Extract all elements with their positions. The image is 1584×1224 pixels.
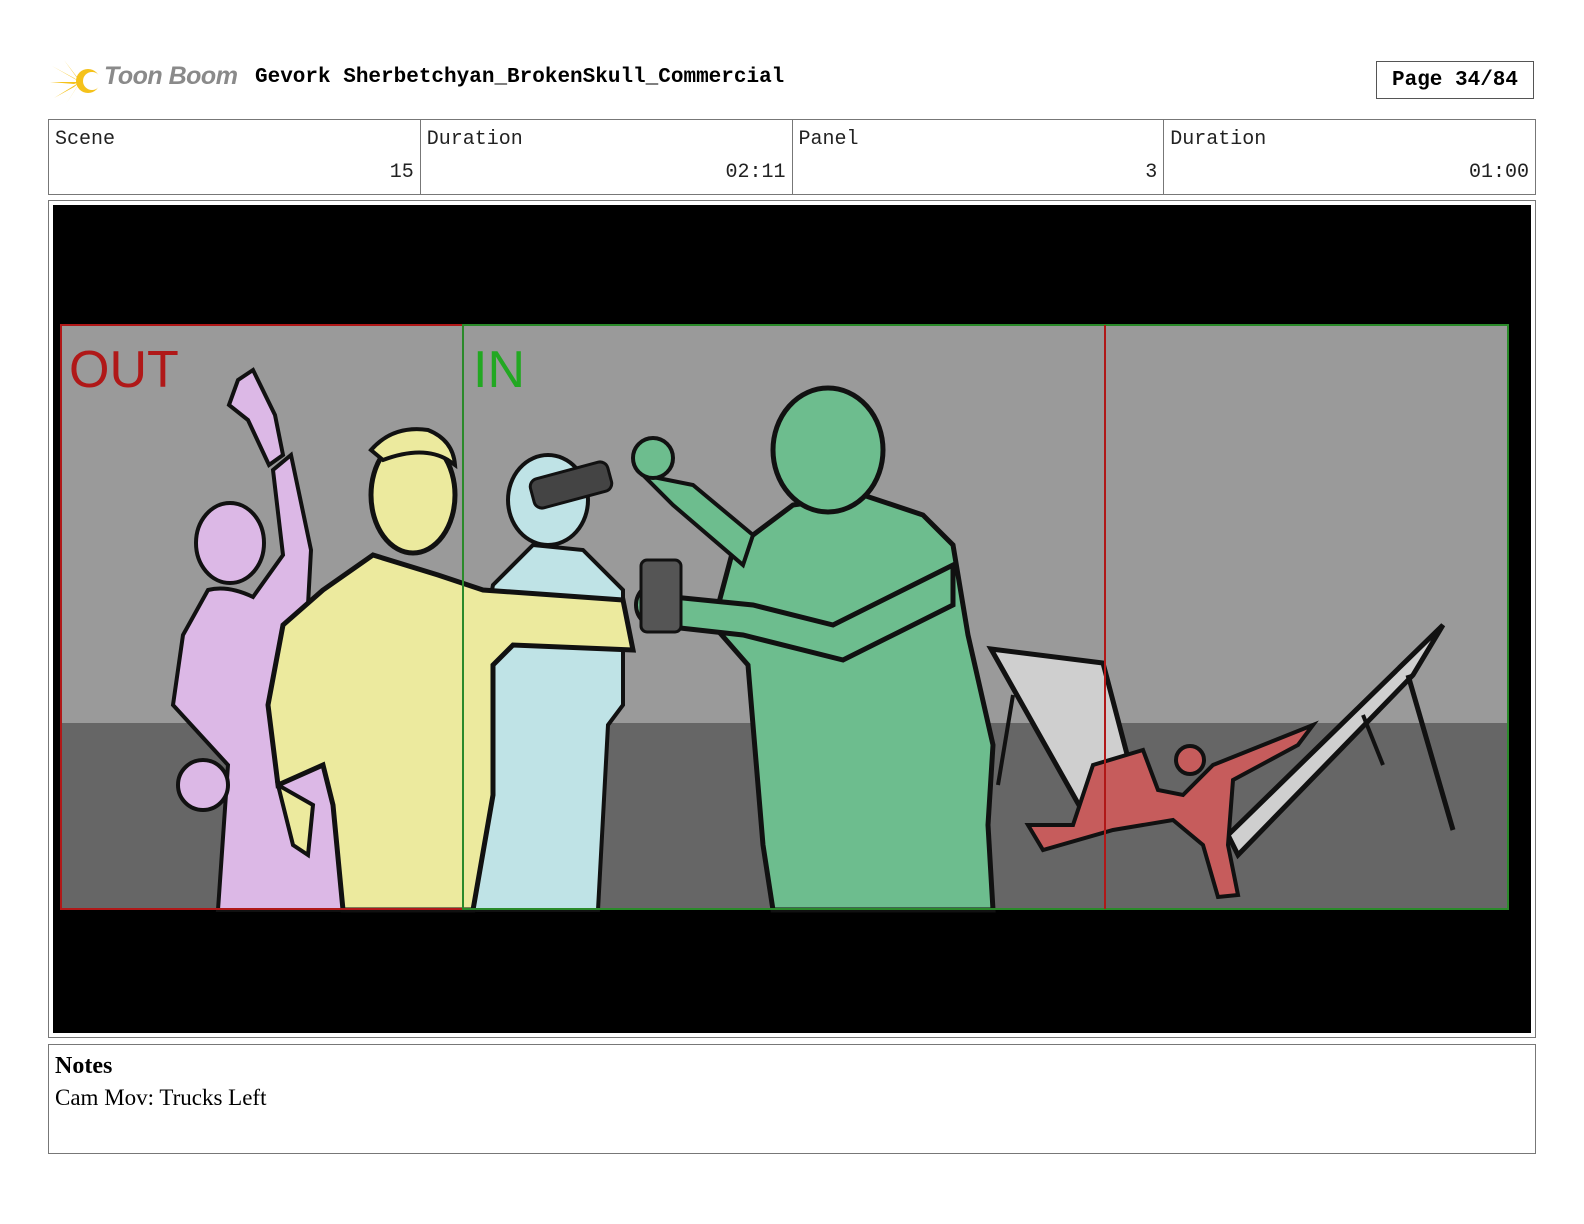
scene-duration-value: 02:11 (725, 161, 786, 184)
notes-box: Notes Cam Mov: Trucks Left (48, 1044, 1536, 1154)
can-icon (639, 558, 683, 634)
notes-title: Notes (55, 1053, 113, 1079)
scene-cell: Scene 15 (49, 120, 421, 194)
storyboard-panel-frame: OUT IN (48, 200, 1536, 1038)
scene-duration-cell: Duration 02:11 (421, 120, 793, 194)
panel-duration-cell: Duration 01:00 (1164, 120, 1535, 194)
panel-value: 3 (1145, 161, 1158, 184)
document-title: Gevork Sherbetchyan_BrokenSkull_Commerci… (255, 66, 785, 89)
notes-text: Cam Mov: Trucks Left (55, 1085, 267, 1110)
panel-drawing: OUT IN (60, 324, 1509, 913)
out-label: OUT (69, 341, 179, 399)
in-label: IN (473, 341, 525, 399)
page-indicator: Page 34/84 (1376, 61, 1534, 99)
scene-value: 15 (389, 161, 414, 184)
logo-text: Toon Boom (104, 62, 238, 90)
panel-cell: Panel 3 (793, 120, 1165, 194)
panel-label: Panel (798, 128, 859, 151)
panel-duration-value: 01:00 (1468, 161, 1529, 184)
scene-label: Scene (55, 128, 116, 151)
panel-duration-label: Duration (1170, 128, 1267, 151)
scene-info-table: Scene 15 Duration 02:11 Panel 3 Duration… (48, 119, 1536, 195)
scene-duration-label: Duration (426, 128, 523, 151)
panel-letterbox: OUT IN (53, 205, 1531, 1033)
